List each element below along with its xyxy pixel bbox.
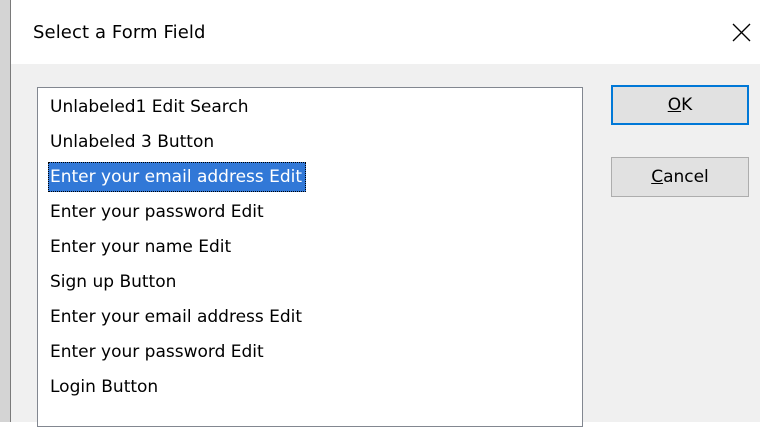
list-item[interactable]: Sign up Button: [48, 267, 180, 297]
desktop-background: Select a Form Field Unlabeled1 Edit Sear…: [0, 0, 760, 427]
dialog-title: Select a Form Field: [33, 22, 206, 43]
ok-button-accelerator: O: [667, 95, 682, 115]
cancel-button-accelerator: C: [651, 167, 664, 187]
form-field-listbox[interactable]: Unlabeled1 Edit Search Unlabeled 3 Butto…: [37, 87, 583, 427]
ok-button[interactable]: OK: [611, 85, 749, 125]
cancel-button[interactable]: Cancel: [611, 157, 749, 197]
cancel-button-label: ancel: [663, 167, 709, 187]
ok-button-label: K: [681, 95, 693, 115]
list-item[interactable]: Unlabeled 3 Button: [48, 127, 218, 157]
title-bar: Select a Form Field: [11, 0, 760, 64]
close-button[interactable]: [721, 12, 760, 52]
list-item[interactable]: Enter your email address Edit: [48, 302, 306, 332]
select-form-field-dialog: Select a Form Field Unlabeled1 Edit Sear…: [10, 0, 760, 427]
close-x-icon: [732, 23, 751, 42]
list-item[interactable]: Enter your name Edit: [48, 232, 235, 262]
list-item[interactable]: Unlabeled1 Edit Search: [48, 92, 253, 122]
list-item[interactable]: Enter your password Edit: [48, 337, 268, 367]
list-item[interactable]: Enter your password Edit: [48, 197, 268, 227]
list-item[interactable]: Login Button: [48, 372, 162, 402]
list-item-selected[interactable]: Enter your email address Edit: [48, 162, 307, 192]
